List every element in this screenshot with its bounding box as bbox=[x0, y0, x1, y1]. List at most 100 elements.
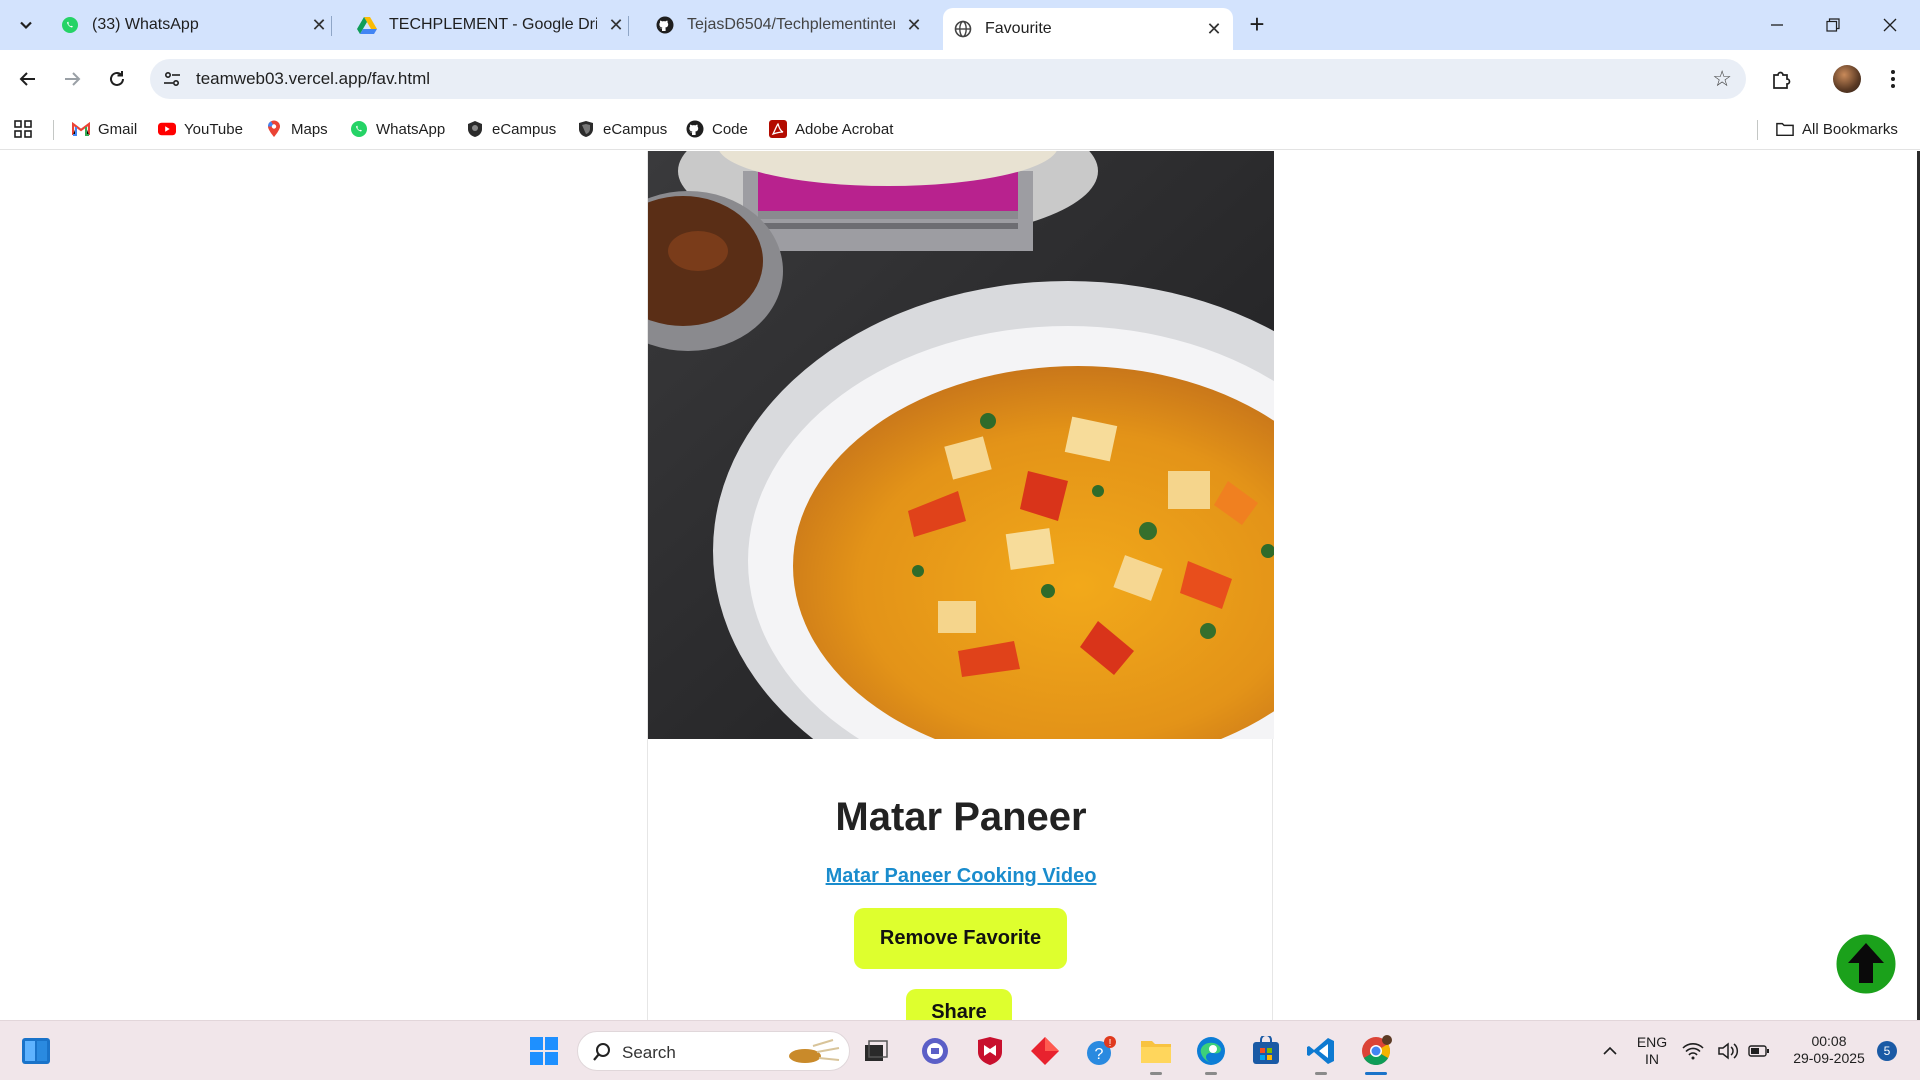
back-button[interactable] bbox=[12, 63, 44, 95]
url-text[interactable]: teamweb03.vercel.app/fav.html bbox=[196, 69, 430, 89]
forward-button[interactable] bbox=[56, 63, 88, 95]
dish-image bbox=[648, 151, 1274, 739]
bookmarks-bar: Gmail YouTube Maps WhatsApp eCampus eCam… bbox=[0, 108, 1920, 150]
svg-text:!: ! bbox=[1109, 1038, 1112, 1049]
show-hidden-icons-button[interactable] bbox=[1592, 1033, 1628, 1069]
tab-search-button[interactable] bbox=[10, 9, 42, 41]
apps-grid-icon bbox=[14, 120, 32, 138]
close-icon[interactable]: ✕ bbox=[1203, 18, 1225, 40]
volume-button[interactable] bbox=[1716, 1033, 1740, 1069]
widgets-button[interactable] bbox=[18, 1033, 54, 1069]
bookmark-youtube[interactable]: YouTube bbox=[158, 118, 243, 140]
battery-icon bbox=[1748, 1045, 1769, 1057]
avatar bbox=[1833, 65, 1861, 93]
folder-icon bbox=[1141, 1041, 1171, 1063]
network-button[interactable] bbox=[1681, 1033, 1705, 1069]
new-tab-button[interactable]: + bbox=[1243, 11, 1271, 39]
task-view-button[interactable] bbox=[858, 1033, 894, 1069]
bookmark-gmail[interactable]: Gmail bbox=[72, 118, 137, 140]
extensions-button[interactable] bbox=[1765, 63, 1797, 95]
windows-icon bbox=[530, 1037, 558, 1065]
help-app-button[interactable]: ?! bbox=[1083, 1033, 1119, 1069]
cooking-video-link[interactable]: Matar Paneer Cooking Video bbox=[826, 865, 1097, 887]
bookmark-label: eCampus bbox=[603, 120, 668, 138]
close-icon[interactable]: ✕ bbox=[308, 14, 330, 36]
bookmark-ecampus-1[interactable]: eCampus bbox=[466, 118, 556, 140]
divider bbox=[53, 120, 54, 140]
bookmark-label: Gmail bbox=[98, 120, 138, 138]
apps-button[interactable] bbox=[14, 118, 32, 140]
puzzle-icon bbox=[1773, 71, 1791, 89]
share-button[interactable]: Share bbox=[906, 989, 1012, 1020]
running-indicator bbox=[1315, 1072, 1327, 1075]
taskbar-search-box[interactable]: Search bbox=[577, 1031, 850, 1071]
restore-icon bbox=[1826, 18, 1840, 32]
bookmark-label: Maps bbox=[291, 120, 328, 138]
shield-icon bbox=[577, 120, 595, 138]
running-indicator bbox=[1150, 1072, 1162, 1075]
vscode-button[interactable] bbox=[1303, 1033, 1339, 1069]
store-button[interactable] bbox=[1248, 1033, 1284, 1069]
teams-button[interactable] bbox=[917, 1033, 953, 1069]
diamond-app-icon bbox=[1031, 1037, 1059, 1065]
close-window-button[interactable] bbox=[1862, 8, 1918, 42]
start-button[interactable] bbox=[526, 1033, 562, 1069]
widgets-icon bbox=[22, 1038, 50, 1064]
bookmark-ecampus-2[interactable]: eCampus bbox=[577, 118, 667, 140]
file-explorer-button[interactable] bbox=[1138, 1033, 1174, 1069]
search-highlight-icon bbox=[789, 1039, 840, 1063]
tab-github[interactable]: TejasD6504/Techplementinterns ✕ bbox=[655, 8, 925, 42]
close-icon[interactable]: ✕ bbox=[903, 14, 925, 36]
restore-button[interactable] bbox=[1805, 8, 1861, 42]
clock[interactable]: 00:08 29-09-2025 bbox=[1784, 1033, 1874, 1067]
chevron-up-icon bbox=[1603, 1046, 1617, 1055]
mcafee-button[interactable] bbox=[972, 1033, 1008, 1069]
scroll-to-top-button[interactable] bbox=[1833, 931, 1899, 997]
tab-separator bbox=[628, 16, 629, 36]
tab-title: TejasD6504/Techplementinterns bbox=[687, 16, 895, 33]
close-icon[interactable]: ✕ bbox=[605, 14, 627, 36]
bookmark-star-icon[interactable]: ☆ bbox=[1712, 68, 1732, 90]
app-diamond-button[interactable] bbox=[1027, 1033, 1063, 1069]
bookmark-whatsapp[interactable]: WhatsApp bbox=[350, 118, 445, 140]
volume-icon bbox=[1718, 1042, 1739, 1060]
remove-favorite-button[interactable]: Remove Favorite bbox=[854, 908, 1067, 969]
tab-title: TECHPLEMENT - Google Drive bbox=[389, 16, 597, 33]
language-indicator[interactable]: ENG IN bbox=[1634, 1034, 1670, 1068]
address-bar[interactable]: teamweb03.vercel.app/fav.html ☆ bbox=[150, 59, 1746, 99]
edge-button[interactable] bbox=[1193, 1033, 1229, 1069]
tab-google-drive[interactable]: TECHPLEMENT - Google Drive ✕ bbox=[357, 8, 629, 42]
bookmark-label: Adobe Acrobat bbox=[795, 120, 894, 138]
running-indicator bbox=[1205, 1072, 1217, 1075]
bookmark-adobe-acrobat[interactable]: Adobe Acrobat bbox=[769, 118, 893, 140]
all-bookmarks-button[interactable]: All Bookmarks bbox=[1776, 118, 1898, 140]
chrome-icon bbox=[1362, 1035, 1392, 1065]
edge-icon bbox=[1197, 1037, 1225, 1065]
tab-favourite[interactable]: Favourite ✕ bbox=[943, 8, 1233, 50]
page-viewport: Matar Paneer Matar Paneer Cooking Video … bbox=[0, 151, 1920, 1020]
minimize-button[interactable] bbox=[1749, 8, 1805, 42]
vscode-icon bbox=[1307, 1038, 1334, 1064]
whatsapp-icon bbox=[60, 15, 80, 35]
reload-button[interactable] bbox=[101, 63, 133, 95]
profile-button[interactable] bbox=[1831, 63, 1863, 95]
chrome-button[interactable] bbox=[1358, 1033, 1394, 1069]
github-icon bbox=[655, 15, 675, 35]
minimize-icon bbox=[1771, 24, 1783, 26]
search-placeholder: Search bbox=[622, 1043, 676, 1062]
help-icon: ?! bbox=[1087, 1036, 1116, 1065]
more-vertical-icon bbox=[1891, 70, 1895, 88]
svg-text:?: ? bbox=[1095, 1046, 1104, 1063]
bookmark-maps[interactable]: Maps bbox=[265, 118, 328, 140]
tab-whatsapp[interactable]: (33) WhatsApp ✕ bbox=[60, 8, 332, 42]
bookmark-code[interactable]: Code bbox=[686, 118, 748, 140]
clock-date: 29-09-2025 bbox=[1793, 1050, 1865, 1066]
bookmark-label: WhatsApp bbox=[376, 120, 446, 138]
tab-strip: (33) WhatsApp ✕ TECHPLEMENT - Google Dri… bbox=[0, 0, 1920, 50]
adobe-acrobat-icon bbox=[769, 120, 787, 138]
battery-button[interactable] bbox=[1747, 1033, 1771, 1069]
dish-title: Matar Paneer bbox=[835, 795, 1087, 839]
site-settings-icon[interactable] bbox=[162, 69, 182, 89]
notification-badge[interactable]: 5 bbox=[1877, 1041, 1897, 1061]
menu-button[interactable] bbox=[1877, 63, 1909, 95]
